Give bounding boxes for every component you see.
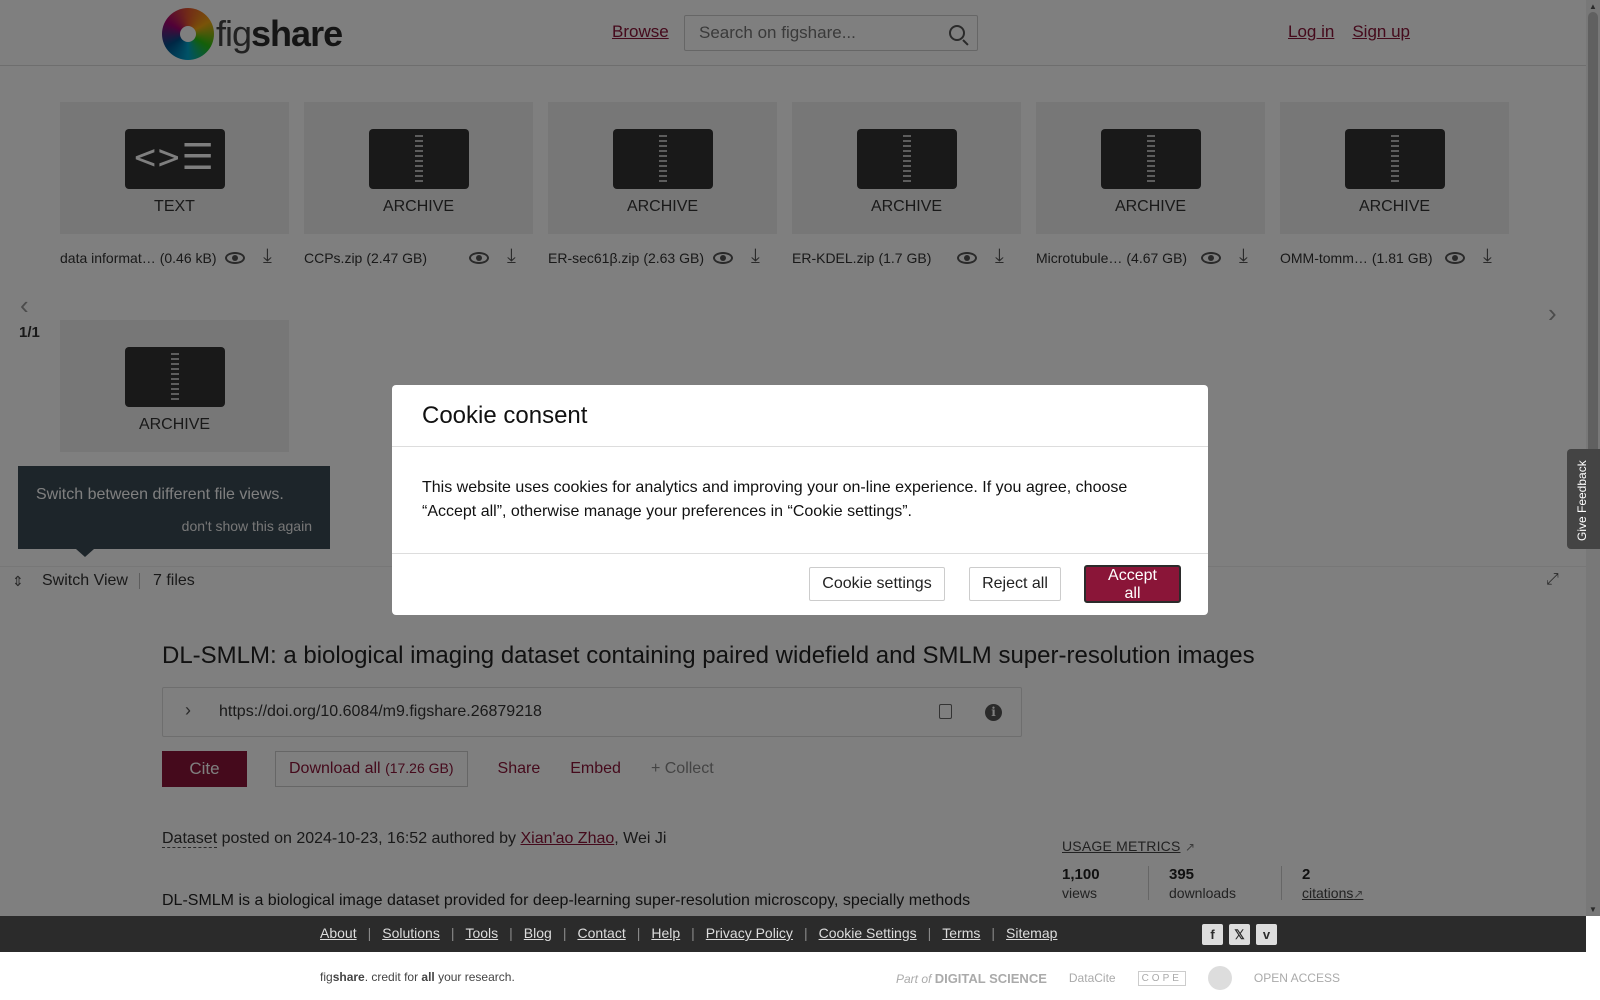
give-feedback-label: Give Feedback — [1575, 460, 1589, 541]
social-links: f 𝕏 v — [1202, 924, 1277, 945]
footer-bottom: figshare. credit for all your research. … — [0, 952, 1586, 1000]
x-twitter-icon[interactable]: 𝕏 — [1229, 924, 1250, 945]
partner-seal-icon[interactable] — [1207, 966, 1232, 990]
cope-logo[interactable]: COPE — [1137, 970, 1186, 986]
footer-link-about[interactable]: About — [320, 925, 357, 941]
footer-link-terms[interactable]: Terms — [942, 925, 980, 941]
cookie-settings-button[interactable]: Cookie settings — [809, 567, 945, 601]
give-feedback-tab[interactable]: Give Feedback — [1567, 449, 1600, 549]
footer-link-help[interactable]: Help — [651, 925, 680, 941]
footer-nav: About | Solutions | Tools | Blog | Contact | … — [0, 916, 1586, 952]
vimeo-icon[interactable]: v — [1256, 924, 1277, 945]
footer-link-tools[interactable]: Tools — [465, 925, 498, 941]
footer-link-sitemap[interactable]: Sitemap — [1006, 925, 1057, 941]
footer-link-contact[interactable]: Contact — [577, 925, 625, 941]
cookie-consent-dialog: Cookie consent This website uses cookies… — [392, 385, 1208, 615]
datacite-logo[interactable]: DataCite — [1069, 971, 1116, 985]
reject-all-button[interactable]: Reject all — [969, 567, 1061, 601]
footer-link-blog[interactable]: Blog — [524, 925, 552, 941]
footer-link-cookie-settings[interactable]: Cookie Settings — [819, 925, 917, 941]
footer-link-privacy[interactable]: Privacy Policy — [706, 925, 793, 941]
digital-science-logo[interactable]: Part of DIGITAL SCIENCE — [896, 971, 1047, 986]
cookie-dialog-title: Cookie consent — [422, 402, 588, 429]
accept-all-button[interactable]: Accept all — [1084, 565, 1181, 603]
open-access-logo[interactable]: OPEN ACCESS — [1254, 971, 1340, 985]
cookie-dialog-body: This website uses cookies for analytics … — [422, 479, 1128, 520]
footer-tagline: figshare. credit for all your research. — [320, 970, 515, 984]
footer-links: About | Solutions | Tools | Blog | Contact | … — [320, 925, 1058, 941]
footer-link-solutions[interactable]: Solutions — [382, 925, 440, 941]
partner-logos: Part of DIGITAL SCIENCE DataCite COPE OP… — [896, 966, 1340, 990]
facebook-icon[interactable]: f — [1202, 924, 1223, 945]
